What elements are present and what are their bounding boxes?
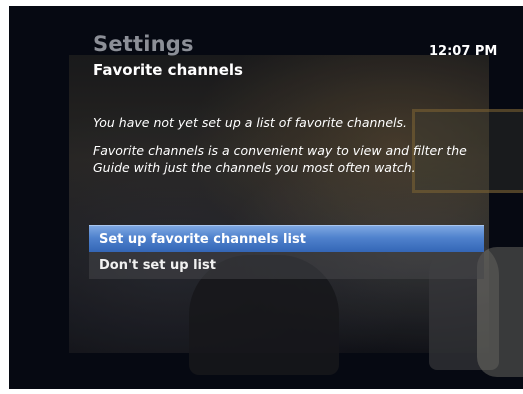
info-message-description: Favorite channels is a convenient way to… xyxy=(93,143,467,175)
info-message-status: You have not yet set up a list of favori… xyxy=(93,115,407,130)
page-title: Settings xyxy=(93,32,194,56)
dont-set-up-button[interactable]: Don't set up list xyxy=(89,252,484,279)
media-center-screen: Settings Favorite channels 12:07 PM You … xyxy=(9,6,523,389)
set-up-favorites-button[interactable]: Set up favorite channels list xyxy=(89,225,484,252)
live-tv-background xyxy=(69,55,523,377)
options-menu: Set up favorite channels list Don't set … xyxy=(89,225,484,279)
clock: 12:07 PM xyxy=(429,44,498,59)
page-subtitle: Favorite channels xyxy=(93,61,243,79)
